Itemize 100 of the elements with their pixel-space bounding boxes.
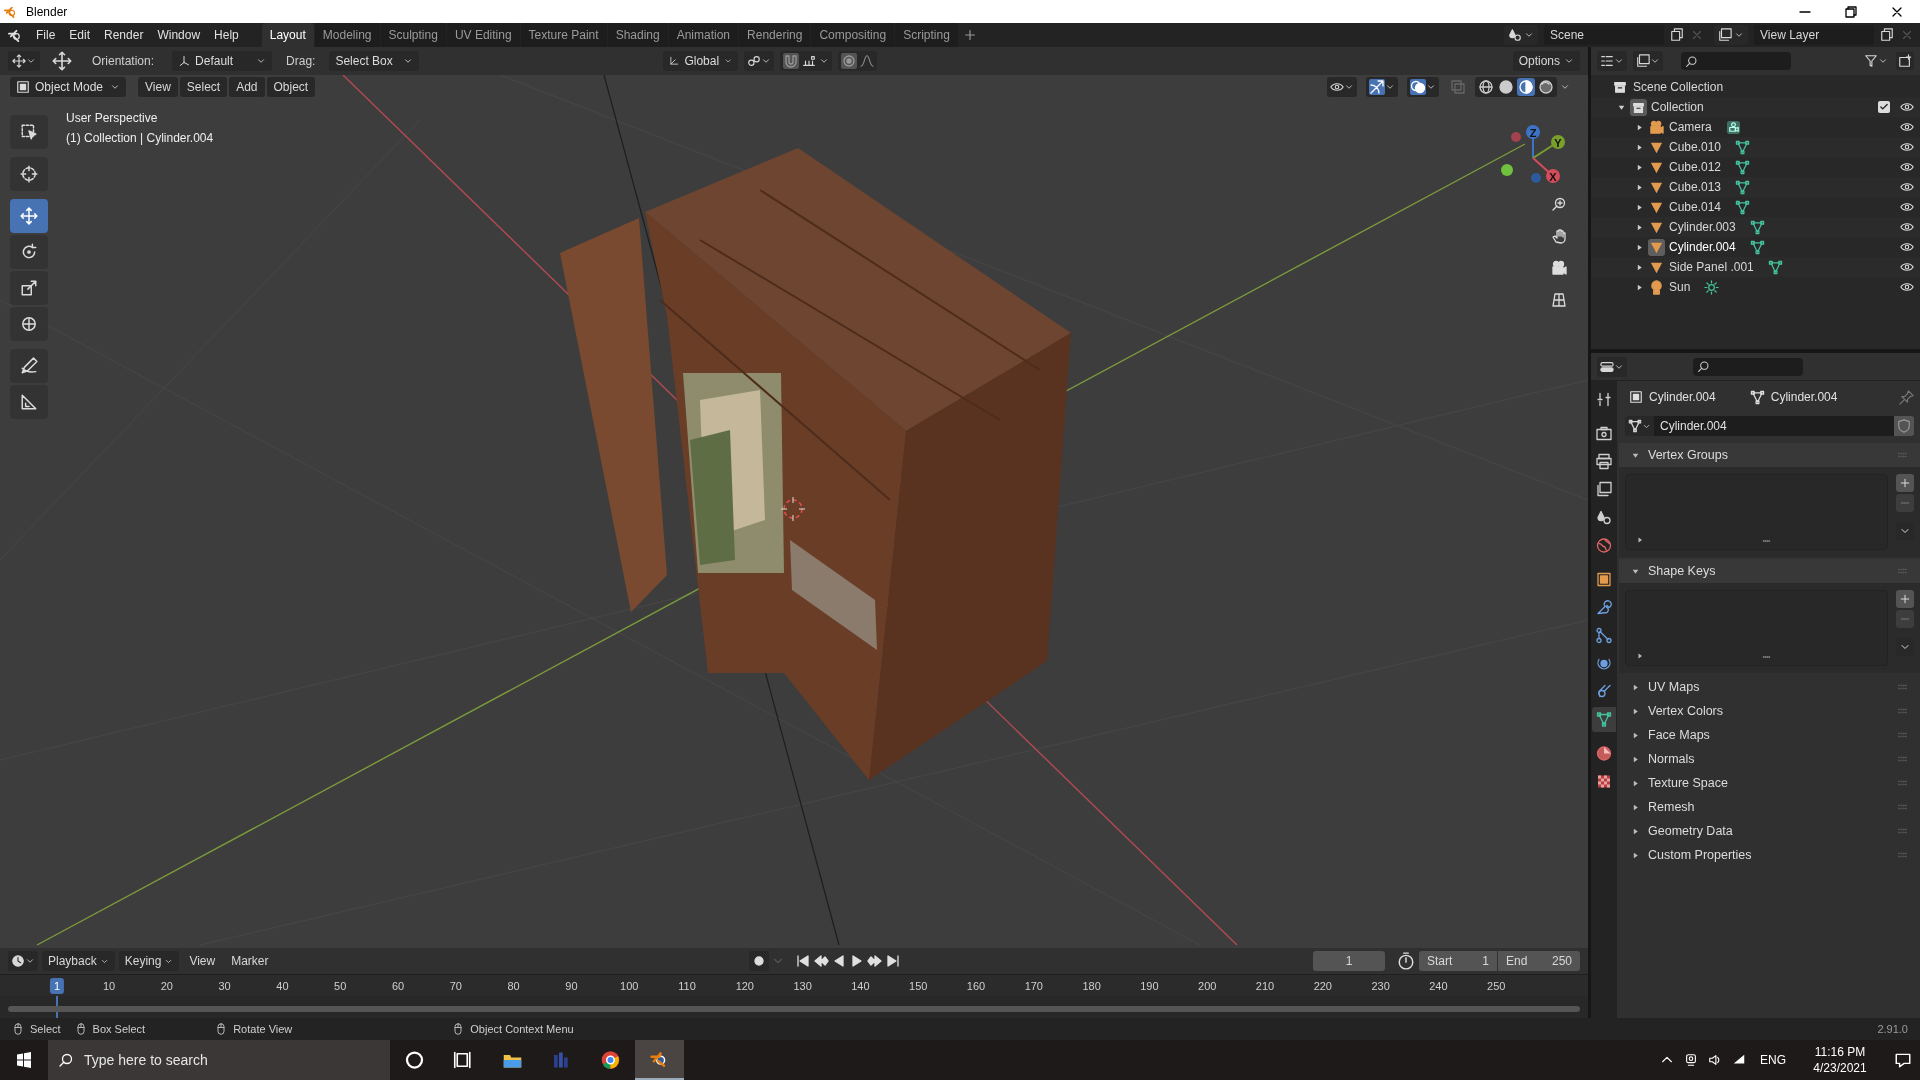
editor-type-selector[interactable]	[1597, 51, 1627, 71]
rotate-icon[interactable]	[10, 235, 48, 269]
timeline-menu[interactable]: Marker	[225, 951, 275, 971]
eye-icon[interactable]	[1900, 260, 1914, 274]
overlay-toggle[interactable]	[1407, 77, 1439, 97]
magnet-icon[interactable]	[783, 53, 800, 69]
gizmo-arrow-icon[interactable]	[1369, 79, 1385, 95]
mesh-data-icon[interactable]	[1592, 707, 1616, 732]
outliner-item[interactable]: Scene Collection	[1633, 78, 1724, 96]
speaker-icon[interactable]	[1708, 1053, 1722, 1067]
viewport-menu[interactable]: Select	[179, 77, 228, 97]
panel-header[interactable]: Face Maps	[1625, 723, 1914, 747]
solid-sphere-icon[interactable]	[1497, 78, 1515, 96]
panel-header[interactable]: Geometry Data	[1625, 819, 1914, 843]
eye-icon[interactable]	[1900, 240, 1914, 254]
panel-header[interactable]: Shape Keys	[1619, 559, 1920, 583]
outliner-item[interactable]: Cube.010	[1669, 138, 1722, 156]
display-mode-selector[interactable]	[1633, 51, 1663, 71]
viewport-menu[interactable]: View	[138, 77, 178, 97]
outliner-item[interactable]: Cylinder.004	[1669, 238, 1736, 256]
workspace-tab[interactable]: Animation	[668, 23, 739, 47]
drag-dropdown[interactable]: Select Box	[329, 51, 420, 71]
add-icon[interactable]	[1896, 474, 1914, 492]
workspace-tab[interactable]: Texture Paint	[520, 23, 607, 47]
visibility-dropdown[interactable]	[1327, 77, 1357, 97]
outliner-item[interactable]: Side Panel .001	[1669, 258, 1754, 276]
panel-header[interactable]: Vertex Colors	[1625, 699, 1914, 723]
workspace-tab[interactable]: Rendering	[739, 23, 811, 47]
options-dropdown[interactable]: Options	[1512, 51, 1580, 71]
scene-name-field[interactable]: Scene	[1544, 25, 1664, 45]
wireframe-sphere-icon[interactable]	[1477, 78, 1495, 96]
workspace-tab[interactable]: Shading	[607, 23, 668, 47]
timeline-scrollbar[interactable]	[8, 1006, 1580, 1012]
workspace-tab[interactable]: Modeling	[314, 23, 380, 47]
orientation-dropdown[interactable]: Default	[172, 51, 273, 71]
eye-icon[interactable]	[1900, 180, 1914, 194]
stopwatch-icon[interactable]	[1397, 952, 1415, 970]
editor-type-selector[interactable]	[8, 951, 38, 971]
next-keyframe-icon[interactable]	[866, 953, 883, 969]
transform-icon[interactable]	[10, 307, 48, 341]
menu-item[interactable]: Help	[207, 25, 246, 45]
add-icon[interactable]	[1896, 590, 1914, 608]
timeline-menu[interactable]: Keying	[118, 951, 180, 971]
clock[interactable]: 11:16 PM 4/23/2021	[1804, 1044, 1876, 1076]
ruler-icon[interactable]	[10, 385, 48, 419]
blender-logo-icon[interactable]	[8, 27, 23, 43]
eye-icon[interactable]	[1900, 160, 1914, 174]
eye-icon[interactable]	[1900, 120, 1914, 134]
view-layer-field[interactable]: View Layer	[1754, 25, 1874, 45]
outliner-item[interactable]: Cube.013	[1669, 178, 1722, 196]
previous-keyframe-icon[interactable]	[812, 953, 829, 969]
proportional-edit-toggle[interactable]	[838, 51, 878, 71]
eye-icon[interactable]	[1900, 280, 1914, 294]
select-box-icon[interactable]	[10, 115, 48, 149]
search-field[interactable]	[1681, 52, 1791, 70]
current-frame-field[interactable]: 1	[1313, 951, 1385, 971]
view-layer-selector[interactable]	[1714, 25, 1748, 45]
end-frame-field[interactable]: End 250	[1498, 951, 1580, 971]
overlay-circles-icon[interactable]	[1410, 79, 1426, 95]
menu-item[interactable]: Window	[150, 25, 208, 45]
panel-header[interactable]: Normals	[1625, 747, 1914, 771]
timeline-menu[interactable]: View	[183, 951, 222, 971]
search-field[interactable]	[1693, 357, 1803, 376]
eye-icon[interactable]	[1900, 220, 1914, 234]
gizmo-toggle[interactable]	[1366, 77, 1398, 97]
panel-header[interactable]: Texture Space	[1625, 771, 1914, 795]
outliner-item[interactable]: Sun	[1669, 278, 1691, 296]
workspace-tab[interactable]: Layout	[261, 23, 314, 47]
mesh-name-field[interactable]: Cylinder.004	[1654, 416, 1894, 436]
taskbar-search-field[interactable]: Type here to search	[48, 1040, 390, 1080]
viewport-menu[interactable]: Object	[266, 77, 316, 97]
timeline-menu[interactable]: Playback	[42, 951, 115, 971]
workspace-tab[interactable]: Compositing	[811, 23, 895, 47]
scale-icon[interactable]	[10, 271, 48, 305]
webcam-icon[interactable]	[1684, 1053, 1698, 1067]
editor-type-selector[interactable]	[1597, 356, 1627, 377]
start-frame-field[interactable]: Start 1	[1419, 951, 1497, 971]
collapsed-arrow-icon[interactable]	[1636, 536, 1644, 544]
panel-header[interactable]: Custom Properties	[1625, 843, 1914, 867]
copy-icon[interactable]	[1880, 28, 1894, 42]
pencil-icon[interactable]	[10, 349, 48, 383]
eye-icon[interactable]	[1900, 140, 1914, 154]
exclude-checkbox[interactable]	[1878, 101, 1890, 113]
language-indicator[interactable]: ENG	[1760, 1051, 1786, 1069]
notification-icon[interactable]	[1894, 1051, 1912, 1069]
record-icon[interactable]	[748, 951, 769, 971]
workspace-tab[interactable]: UV Editing	[446, 23, 520, 47]
eye-icon[interactable]	[1900, 200, 1914, 214]
menu-item[interactable]: Render	[97, 25, 151, 45]
new-collection-icon[interactable]	[1896, 52, 1914, 70]
menu-item[interactable]: Edit	[62, 25, 98, 45]
mode-dropdown[interactable]: Object Mode	[10, 77, 126, 97]
move-icon[interactable]	[52, 51, 72, 71]
rendered-sphere-icon[interactable]	[1537, 78, 1555, 96]
outliner-item[interactable]: Cube.014	[1669, 198, 1722, 216]
panel-header[interactable]: Vertex Groups	[1619, 443, 1920, 467]
eye-icon[interactable]	[1900, 100, 1914, 114]
viewport-menu[interactable]: Add	[229, 77, 265, 97]
proportional-icon[interactable]	[841, 53, 858, 69]
workspace-tab[interactable]: Scripting	[895, 23, 958, 47]
